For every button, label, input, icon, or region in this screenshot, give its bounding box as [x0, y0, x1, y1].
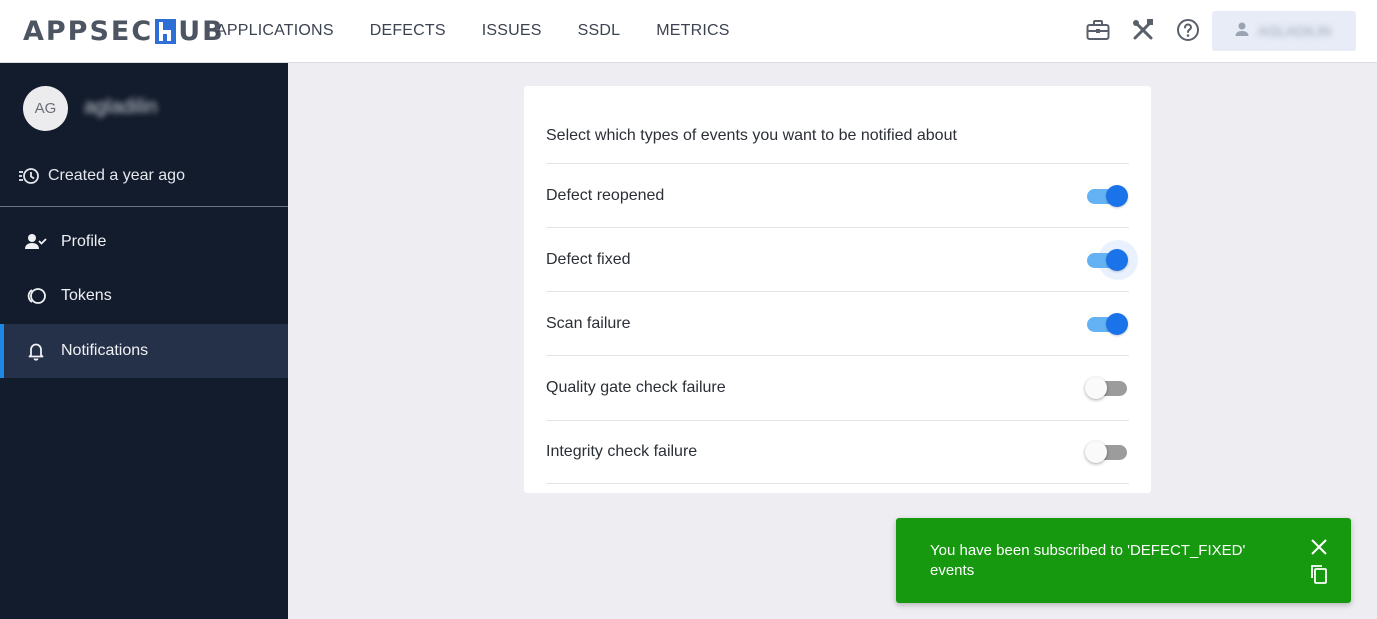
- nav-defects[interactable]: DEFECTS: [370, 22, 446, 40]
- row-label: Defect reopened: [546, 186, 665, 204]
- main-nav: APPLICATIONS DEFECTS ISSUES SSDL METRICS: [216, 0, 766, 62]
- sidebar-username: agladilin: [84, 96, 158, 118]
- sidebar-item-tokens[interactable]: Tokens: [0, 269, 288, 323]
- toggle-defect-fixed[interactable]: [1085, 239, 1138, 280]
- row-label: Quality gate check failure: [546, 379, 726, 396]
- appsechub-logo[interactable]: APPSEC UB: [23, 14, 225, 48]
- nav-metrics[interactable]: METRICS: [656, 22, 729, 40]
- sidebar-item-notifications[interactable]: Notifications: [0, 324, 288, 378]
- tools-icon[interactable]: [1130, 17, 1156, 43]
- sidebar-divider: [0, 206, 288, 207]
- history-icon: [18, 165, 40, 187]
- nav-ssdl[interactable]: SSDL: [578, 22, 621, 40]
- top-bar: APPSEC UB APPLICATIONS DEFECTS ISSUES SSD…: [0, 0, 1377, 63]
- sidebar: AG agladilin Created a year ago Profile …: [0, 63, 288, 619]
- user-name-label: AGLADILIN: [1258, 23, 1332, 39]
- help-icon[interactable]: [1175, 17, 1201, 43]
- created-text: Created a year ago: [48, 167, 185, 184]
- bell-icon: [25, 340, 47, 362]
- nav-issues[interactable]: ISSUES: [482, 22, 542, 40]
- sidebar-item-label: Tokens: [61, 287, 112, 304]
- row-label: Scan failure: [546, 314, 631, 332]
- toggle-quality-gate-check-failure[interactable]: [1085, 376, 1129, 400]
- logo-text-left: APPSEC: [23, 15, 154, 47]
- sidebar-item-profile[interactable]: Profile: [0, 215, 288, 269]
- nav-applications[interactable]: APPLICATIONS: [216, 22, 334, 40]
- avatar: AG: [23, 86, 68, 131]
- close-icon[interactable]: [1308, 536, 1330, 558]
- sidebar-item-label: Profile: [61, 233, 107, 250]
- toggle-defect-reopened[interactable]: [1085, 184, 1129, 208]
- notification-row-quality-gate: Quality gate check failure: [546, 355, 1129, 420]
- toggle-scan-failure[interactable]: [1085, 312, 1129, 336]
- logo-h-mark: [155, 18, 177, 44]
- briefcase-icon[interactable]: [1085, 17, 1111, 43]
- notification-row-integrity-check: Integrity check failure: [546, 420, 1129, 484]
- notification-row-defect-fixed: Defect fixed: [546, 227, 1138, 291]
- header-actions: [1066, 17, 1201, 43]
- notification-row-scan-failure: Scan failure: [546, 291, 1129, 355]
- row-label: Integrity check failure: [546, 443, 698, 460]
- toast-message: You have been subscribed to 'DEFECT_FIXE…: [930, 542, 1246, 579]
- user-check-icon: [25, 231, 47, 253]
- person-icon: [1234, 21, 1250, 42]
- card-title: Select which types of events you want to…: [546, 127, 957, 144]
- notification-row-defect-reopened: Defect reopened: [546, 163, 1129, 227]
- sidebar-item-label: Notifications: [61, 342, 149, 359]
- tokens-icon: [25, 285, 47, 307]
- notifications-card: Select which types of events you want to…: [524, 86, 1151, 493]
- success-toast: You have been subscribed to 'DEFECT_FIXE…: [896, 518, 1351, 603]
- copy-icon[interactable]: [1308, 563, 1330, 585]
- user-menu-button[interactable]: AGLADILIN: [1212, 11, 1356, 51]
- created-info: Created a year ago: [18, 165, 185, 187]
- row-label: Defect fixed: [546, 250, 631, 268]
- toggle-integrity-check-failure[interactable]: [1085, 440, 1129, 464]
